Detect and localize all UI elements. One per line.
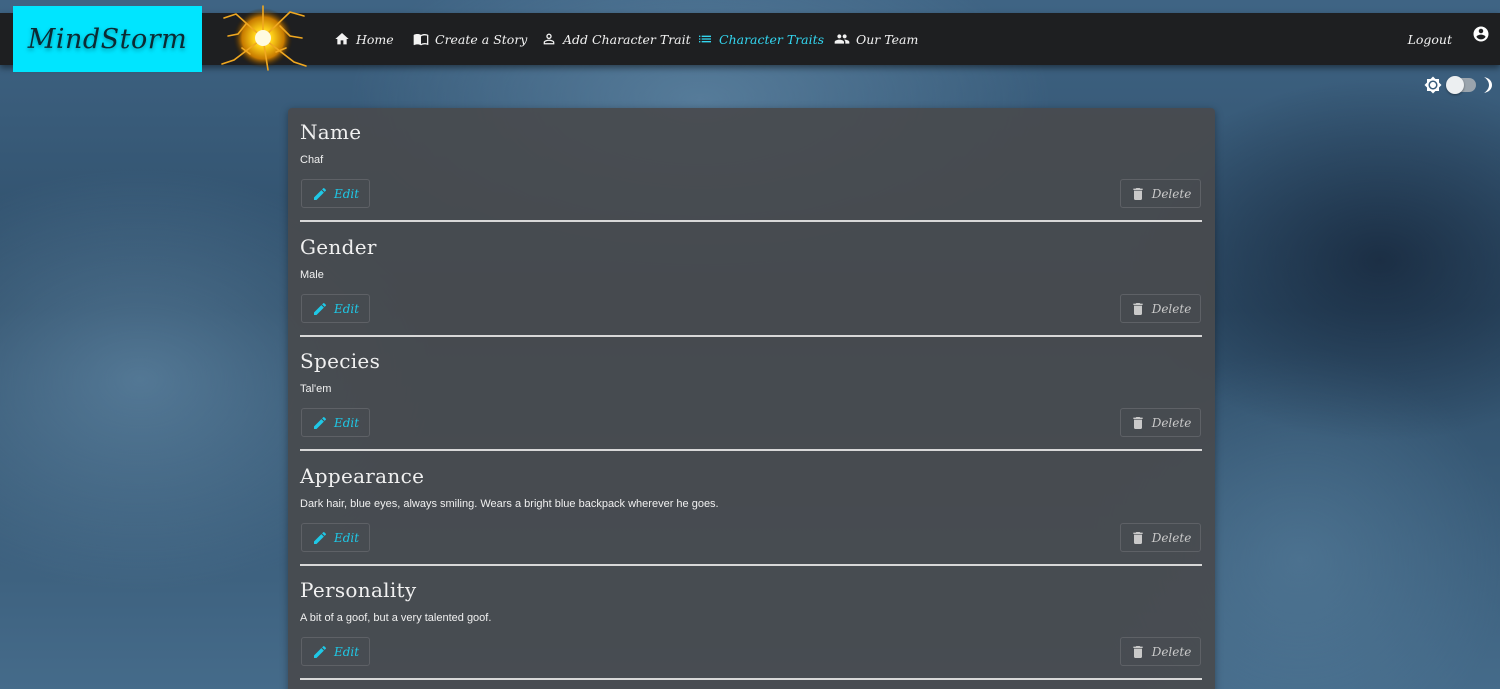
nav-home-label: Home bbox=[356, 31, 394, 47]
trait-title: Name bbox=[300, 120, 362, 144]
pencil-icon bbox=[313, 531, 326, 544]
edit-label: Edit bbox=[333, 644, 360, 659]
nav-character-traits-label: Character Traits bbox=[719, 31, 825, 47]
trash-icon bbox=[1133, 416, 1143, 429]
trait-value: Tal'em bbox=[300, 383, 332, 395]
trait-item: Appearance Dark hair, blue eyes, always … bbox=[300, 452, 1202, 566]
trait-value: Male bbox=[300, 269, 324, 281]
delete-button[interactable]: Delete bbox=[1120, 179, 1201, 208]
trait-title: Personality bbox=[300, 578, 417, 602]
nav-add-character-trait[interactable]: Add Character Trait bbox=[541, 13, 691, 65]
delete-button[interactable]: Delete bbox=[1120, 637, 1201, 666]
nav-add-character-trait-label: Add Character Trait bbox=[563, 31, 691, 47]
delete-button[interactable]: Delete bbox=[1120, 294, 1201, 323]
edit-button[interactable]: Edit bbox=[301, 523, 370, 552]
nav-character-traits[interactable]: Character Traits bbox=[697, 13, 824, 65]
delete-label: Delete bbox=[1151, 301, 1192, 316]
trait-item: Personality A bit of a goof, but a very … bbox=[300, 566, 1202, 680]
storm-orb-logo-icon bbox=[221, 5, 307, 71]
nav-home[interactable]: Home bbox=[334, 13, 394, 65]
moon-icon bbox=[1484, 77, 1492, 93]
nav-our-team[interactable]: Our Team bbox=[834, 13, 918, 65]
person-icon bbox=[543, 33, 555, 45]
delete-button[interactable]: Delete bbox=[1120, 523, 1201, 552]
logout-link[interactable]: Logout bbox=[1408, 13, 1452, 65]
trait-title: Gender bbox=[300, 235, 377, 259]
pencil-icon bbox=[313, 187, 326, 200]
edit-label: Edit bbox=[333, 301, 360, 316]
traits-card: Name Chaf Edit Delete Gender Male Edit D… bbox=[288, 108, 1215, 689]
trash-icon bbox=[1133, 302, 1143, 315]
sun-icon bbox=[1424, 76, 1442, 94]
nav-our-team-label: Our Team bbox=[856, 31, 919, 47]
brand-logo[interactable]: MindStorm bbox=[13, 6, 202, 72]
delete-label: Delete bbox=[1151, 644, 1192, 659]
trait-value: A bit of a goof, but a very talented goo… bbox=[300, 612, 492, 624]
list-icon bbox=[699, 35, 711, 43]
home-icon bbox=[335, 33, 349, 45]
book-icon bbox=[413, 34, 429, 46]
delete-label: Delete bbox=[1151, 186, 1192, 201]
edit-label: Edit bbox=[333, 186, 360, 201]
trait-value: Dark hair, blue eyes, always smiling. We… bbox=[300, 498, 719, 510]
trash-icon bbox=[1133, 531, 1143, 544]
edit-button[interactable]: Edit bbox=[301, 408, 370, 437]
brand-name: MindStorm bbox=[27, 23, 188, 55]
edit-button[interactable]: Edit bbox=[301, 637, 370, 666]
trash-icon bbox=[1133, 187, 1143, 200]
trait-item: Gender Male Edit Delete bbox=[300, 223, 1202, 337]
trait-item: Name Chaf Edit Delete bbox=[300, 108, 1202, 222]
delete-label: Delete bbox=[1151, 530, 1192, 545]
theme-toggle[interactable] bbox=[1424, 76, 1494, 94]
theme-switch[interactable] bbox=[1446, 76, 1476, 94]
logout-label: Logout bbox=[1407, 31, 1452, 47]
pencil-icon bbox=[313, 302, 326, 315]
trait-title: Species bbox=[300, 349, 381, 373]
edit-button[interactable]: Edit bbox=[301, 179, 370, 208]
nav-create-story[interactable]: Create a Story bbox=[413, 13, 527, 65]
pencil-icon bbox=[313, 416, 326, 429]
edit-label: Edit bbox=[333, 530, 360, 545]
delete-button[interactable]: Delete bbox=[1120, 408, 1201, 437]
trait-item: Species Tal'em Edit Delete bbox=[300, 337, 1202, 451]
trash-icon bbox=[1133, 645, 1143, 658]
group-icon bbox=[834, 34, 850, 44]
nav-create-story-label: Create a Story bbox=[435, 31, 528, 47]
trait-value: Chaf bbox=[300, 154, 324, 166]
account-circle-icon[interactable] bbox=[1472, 25, 1490, 43]
delete-label: Delete bbox=[1151, 415, 1192, 430]
edit-label: Edit bbox=[333, 415, 360, 430]
pencil-icon bbox=[313, 645, 326, 658]
edit-button[interactable]: Edit bbox=[301, 294, 370, 323]
trait-title: Appearance bbox=[300, 464, 425, 488]
